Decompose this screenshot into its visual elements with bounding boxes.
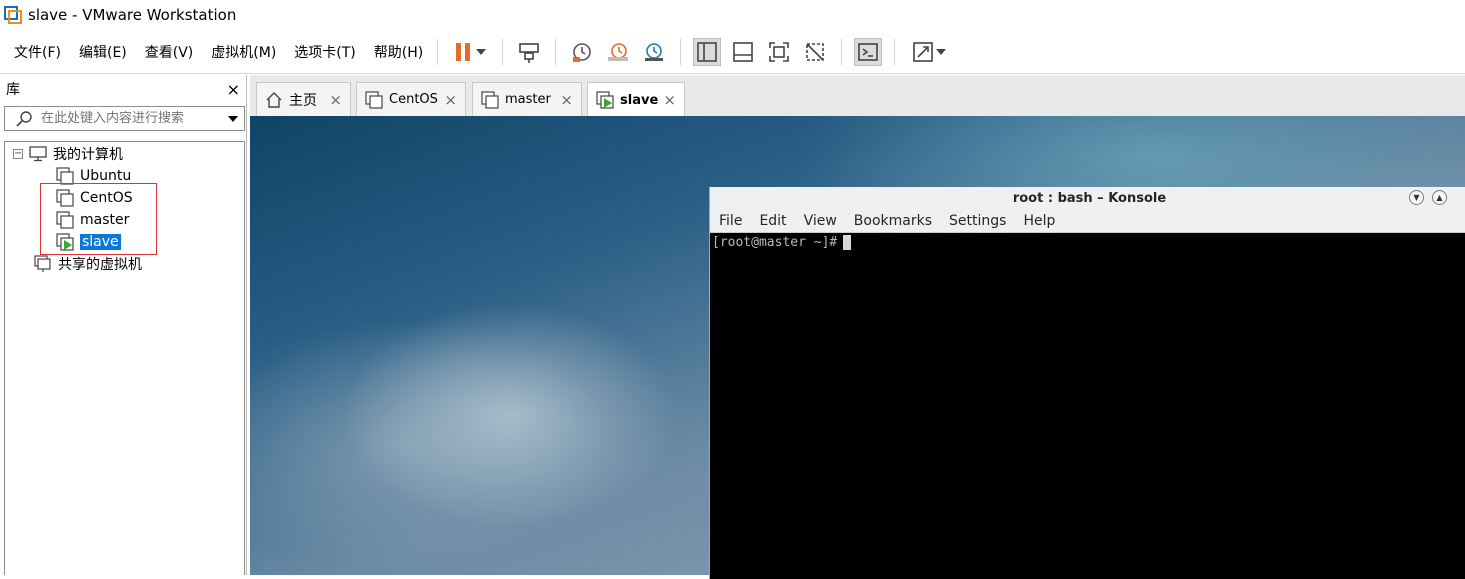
konsole-window[interactable]: root : bash – Konsole ▼ ▲ File Edit View… (709, 187, 1465, 579)
computer-icon (29, 146, 47, 162)
konsole-title: root : bash – Konsole (1012, 190, 1167, 206)
tab-label: slave (620, 92, 659, 108)
tab-label: CentOS (389, 92, 438, 107)
tab-label: 主页 (289, 92, 317, 109)
tab-home[interactable]: 主页 × (256, 82, 351, 116)
toolbar-divider (437, 38, 439, 65)
terminal-cursor (843, 235, 852, 250)
send-ctrl-alt-del-icon (519, 42, 540, 63)
thumbnail-bar-icon (733, 41, 754, 62)
tab-slave[interactable]: slave × (587, 82, 685, 117)
konsole-menu-bar: File Edit View Bookmarks Settings Help (710, 209, 1465, 233)
tab-centos[interactable]: CentOS × (356, 82, 466, 116)
tab-close-button[interactable]: × (329, 91, 342, 109)
konsole-window-buttons: ▼ ▲ (1401, 190, 1447, 205)
collapse-icon[interactable]: − (13, 149, 23, 159)
tree-item-label: 共享的虚拟机 (58, 257, 142, 273)
toolbar-divider (680, 38, 682, 65)
tab-close-button[interactable]: × (663, 91, 676, 109)
vmware-logo-icon (4, 6, 22, 24)
konsole-menu-settings[interactable]: Settings (949, 213, 1006, 229)
window-title: slave - VMware Workstation (28, 6, 237, 24)
show-library-icon (697, 41, 718, 62)
highlight-annotation-box (40, 183, 157, 255)
vm-running-icon (596, 91, 614, 109)
toolbar-divider (502, 38, 504, 65)
library-panel: 库 × − 我的计算机 Ubuntu CentOS (0, 75, 247, 575)
tree-item-shared-vms[interactable]: 共享的虚拟机 (34, 253, 142, 275)
vm-icon (365, 90, 383, 109)
snapshot-icon (573, 42, 592, 62)
pause-button[interactable] (450, 38, 490, 66)
minimize-icon[interactable]: ▼ (1409, 190, 1424, 205)
menu-view[interactable]: 查看(V) (145, 42, 194, 62)
tree-item-label: Ubuntu (80, 168, 132, 184)
unity-icon (806, 42, 825, 61)
thumbnail-bar-button[interactable] (729, 38, 757, 66)
search-input[interactable] (35, 107, 226, 130)
title-bar: slave - VMware Workstation (0, 0, 1465, 30)
tab-label: master (505, 92, 551, 107)
chevron-down-icon (936, 48, 947, 55)
shell-prompt: [root@master ~]# (712, 235, 838, 250)
konsole-menu-view[interactable]: View (804, 213, 837, 229)
konsole-title-bar[interactable]: root : bash – Konsole ▼ ▲ (710, 187, 1465, 209)
library-close-button[interactable]: × (227, 80, 240, 99)
menu-toolbar: 文件(F) 编辑(E) 查看(V) 虚拟机(M) 选项卡(T) 帮助(H) (0, 30, 1465, 74)
konsole-menu-file[interactable]: File (719, 213, 742, 229)
toolbar-divider (841, 38, 843, 65)
menu-vm[interactable]: 虚拟机(M) (211, 42, 276, 62)
revert-snapshot-icon (608, 42, 629, 61)
show-library-button[interactable] (693, 37, 722, 66)
take-snapshot-button[interactable] (568, 38, 596, 66)
pause-icon (456, 42, 471, 61)
shared-vms-icon (34, 255, 52, 273)
fullscreen-icon (769, 41, 790, 62)
terminal-area[interactable]: [root@master ~]# (710, 233, 1465, 252)
tree-item-my-computer[interactable]: − 我的计算机 (13, 143, 123, 165)
revert-snapshot-button[interactable] (604, 38, 632, 66)
snapshot-manager-icon (645, 42, 664, 61)
stretch-icon (913, 41, 934, 62)
maximize-icon[interactable]: ▲ (1432, 190, 1447, 205)
menu-help[interactable]: 帮助(H) (374, 42, 423, 62)
menu-edit[interactable]: 编辑(E) (79, 42, 127, 62)
toolbar-divider (555, 38, 557, 65)
library-title: 库 (6, 82, 20, 98)
konsole-menu-edit[interactable]: Edit (759, 213, 786, 229)
tab-master[interactable]: master × (472, 82, 582, 116)
tab-close-button[interactable]: × (444, 91, 457, 109)
konsole-menu-bookmarks[interactable]: Bookmarks (854, 213, 932, 229)
menu-tabs[interactable]: 选项卡(T) (294, 42, 355, 62)
toolbar-divider (894, 38, 896, 65)
menu-file[interactable]: 文件(F) (14, 42, 61, 62)
library-search (4, 106, 245, 131)
stretch-button[interactable] (907, 38, 951, 66)
console-view-icon (858, 42, 879, 61)
search-dropdown-chevron-icon[interactable] (228, 115, 238, 122)
konsole-menu-help[interactable]: Help (1023, 213, 1055, 229)
console-view-button[interactable] (854, 37, 883, 66)
snapshot-manager-button[interactable] (640, 38, 668, 66)
tab-strip: 主页 × CentOS × master × slave × (250, 75, 1465, 117)
tab-close-button[interactable]: × (560, 91, 573, 109)
send-ctrl-alt-del-button[interactable] (515, 38, 543, 66)
tree-item-label: 我的计算机 (53, 147, 123, 163)
vm-icon (481, 90, 499, 109)
search-icon (16, 110, 32, 127)
library-header: 库 × (0, 75, 246, 103)
unity-button[interactable] (801, 38, 829, 66)
home-icon (266, 91, 282, 108)
chevron-down-icon (476, 48, 487, 55)
fullscreen-button[interactable] (765, 38, 793, 66)
